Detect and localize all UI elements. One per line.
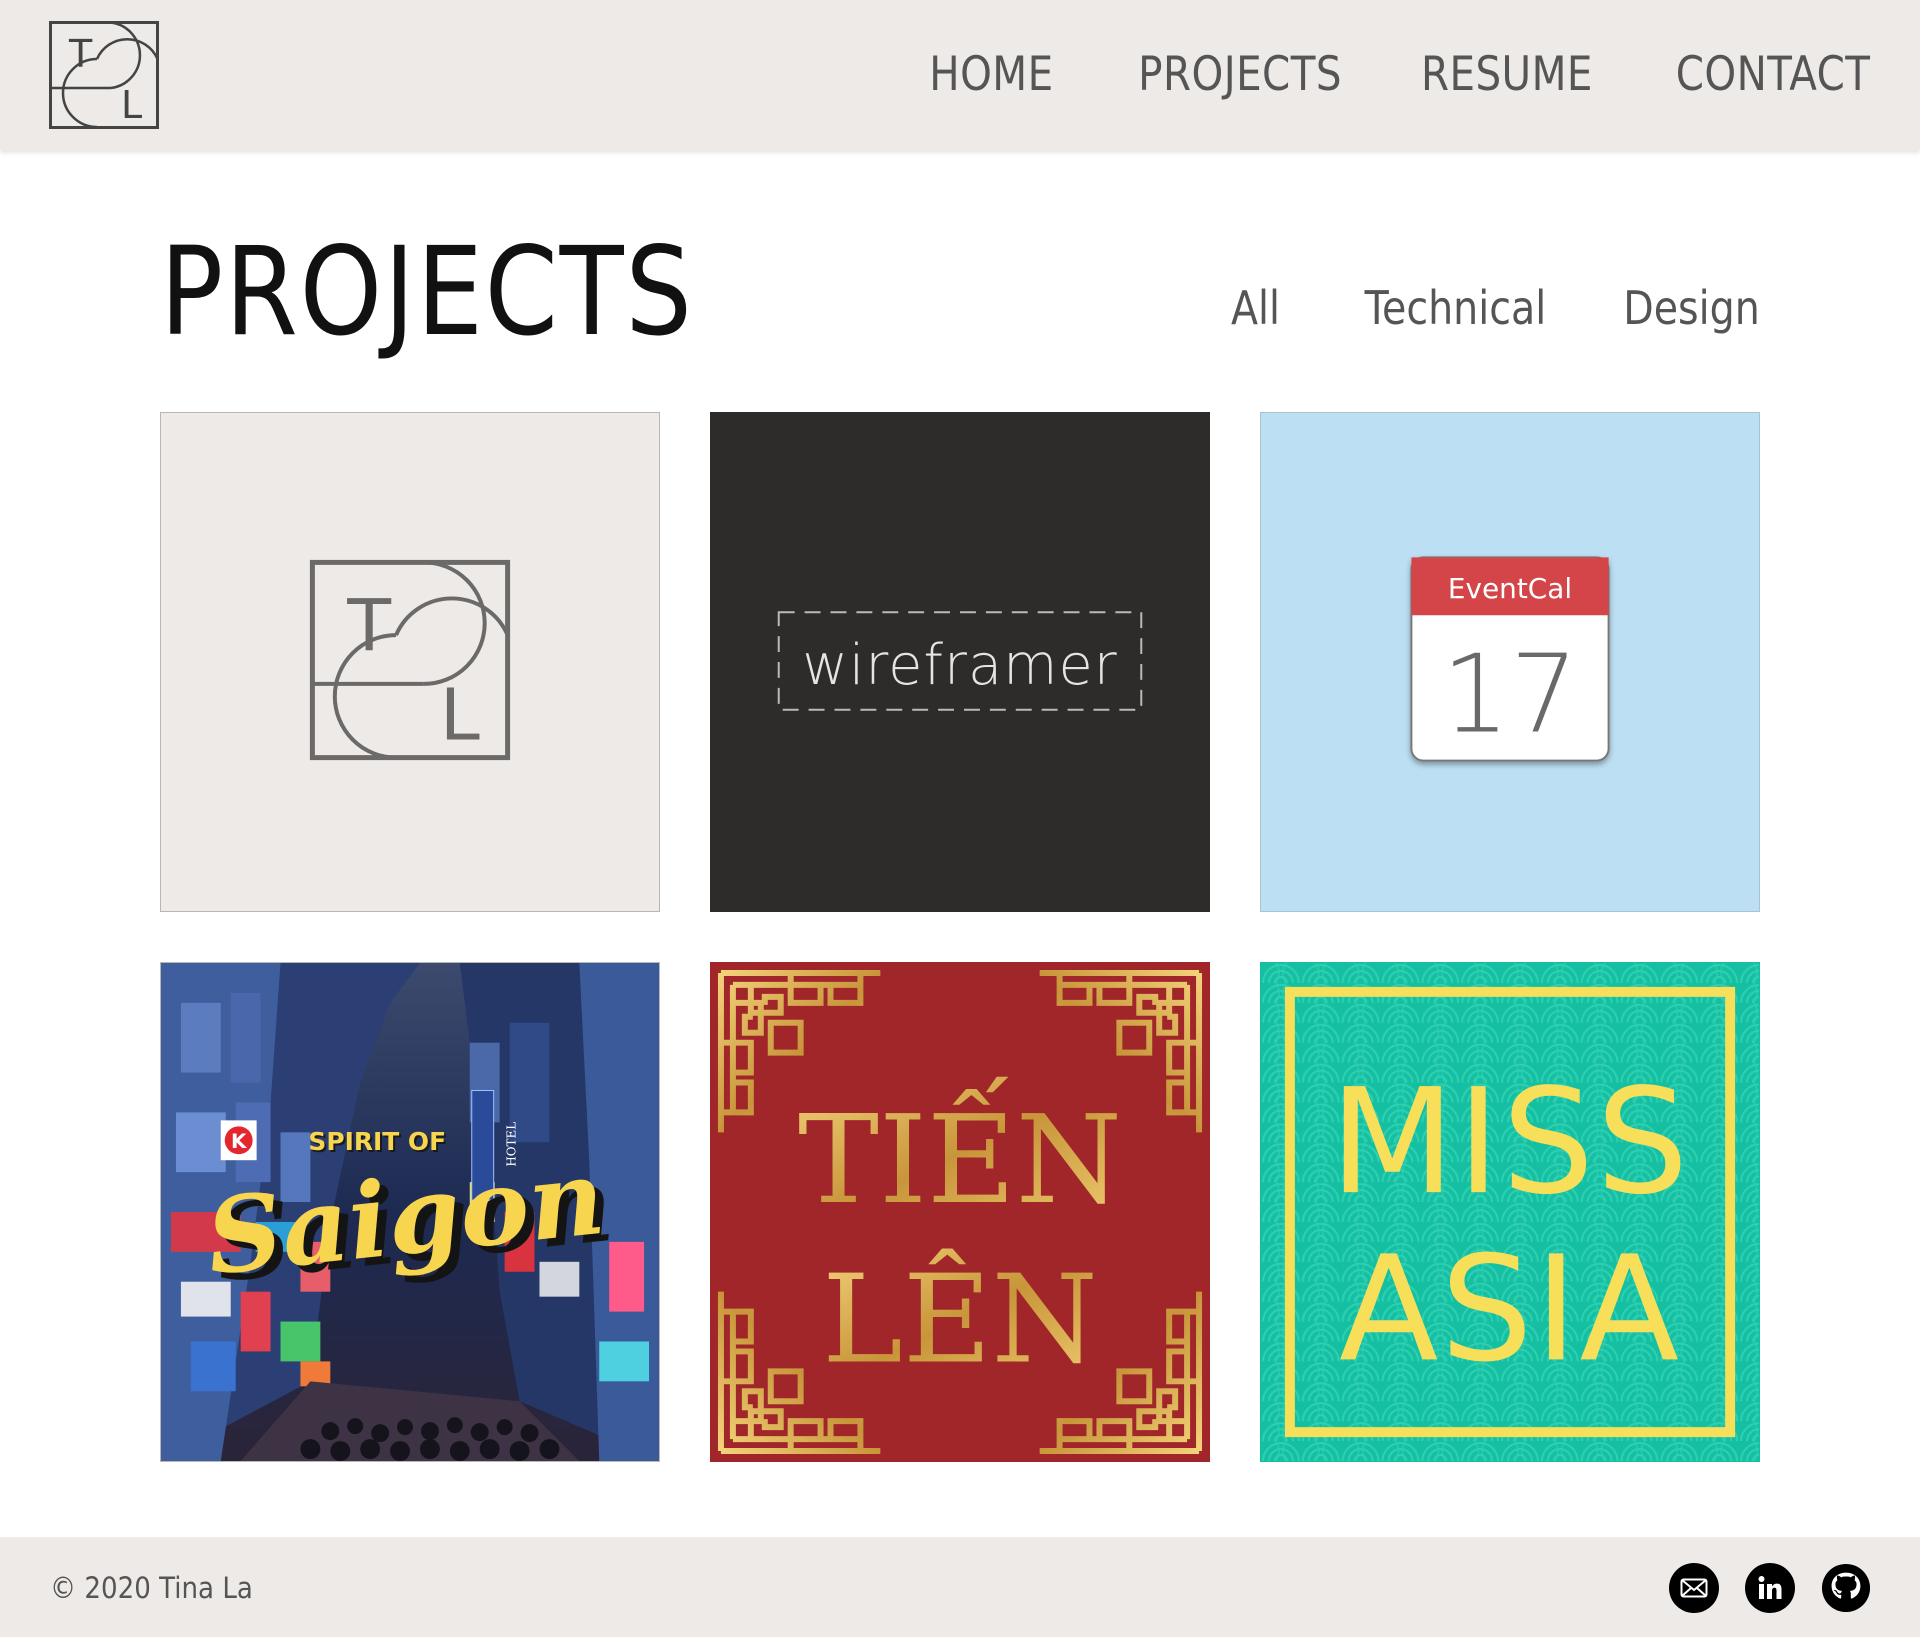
nav-home[interactable]: HOME [929,42,1053,108]
wireframer-artwork: wireframer [777,611,1143,711]
project-card-eventcal[interactable]: EventCal 17 [1260,412,1760,912]
nav-projects[interactable]: PROJECTS [1138,42,1342,108]
tien-len-line1: TIẾN [798,1076,1122,1231]
filter-all[interactable]: All [1231,278,1280,338]
miss-asia-line2: ASIA [1339,1225,1681,1394]
tile-logo-letter-l: L [440,673,480,757]
saigon-subtitle-front: SPIRIT OF [308,1127,446,1156]
tien-len-line2: LÊN [822,1248,1098,1390]
site-footer: © 2020 Tina La [0,1537,1920,1637]
project-filters: All Technical Design [1223,278,1760,338]
linkedin-icon[interactable] [1745,1563,1795,1613]
project-card-logo[interactable]: T L [160,412,660,912]
tl-logo-artwork: T L [309,559,511,761]
project-card-saigon[interactable]: HOTEL K SPIRIT OF SPIRIT OF Saigon Saigo… [160,962,660,1462]
project-card-miss-asia[interactable]: MISS ASIA [1260,962,1760,1462]
copyright-text: © 2020 Tina La [50,1571,253,1605]
miss-asia-line1: MISS [1330,1058,1691,1227]
tile-logo-letter-t: T [346,583,392,667]
nav-resume[interactable]: RESUME [1421,42,1593,108]
logo-mark-icon: T L [49,21,159,129]
main-nav: HOME PROJECTS RESUME CONTACT [909,42,1870,108]
wireframer-text: wireframer [802,633,1117,698]
logo-letter-l: L [121,83,142,127]
page-title: PROJECTS [160,221,694,363]
logo-letter-t: T [68,32,93,76]
filter-technical[interactable]: Technical [1365,278,1547,338]
eventcal-artwork: EventCal 17 [1410,556,1610,762]
project-card-tien-len[interactable]: TIẾN LÊN [710,962,1210,1462]
eventcal-day: 17 [1442,633,1579,758]
mail-icon[interactable] [1669,1563,1719,1613]
saigon-k-sign: K [231,1130,248,1153]
miss-asia-artwork: MISS ASIA [1261,963,1759,1461]
github-icon[interactable] [1821,1563,1871,1613]
site-header: T L HOME PROJECTS RESUME CONTACT [0,0,1920,150]
nav-contact[interactable]: CONTACT [1675,42,1870,108]
logo[interactable]: T L [49,21,159,129]
eventcal-name: EventCal [1448,572,1572,605]
saigon-artwork: HOTEL K SPIRIT OF SPIRIT OF Saigon Saigo… [161,963,659,1461]
project-card-wireframer[interactable]: wireframer [710,412,1210,912]
tien-len-artwork: TIẾN LÊN [711,963,1209,1461]
social-links [1669,1563,1871,1613]
filter-design[interactable]: Design [1623,278,1760,338]
